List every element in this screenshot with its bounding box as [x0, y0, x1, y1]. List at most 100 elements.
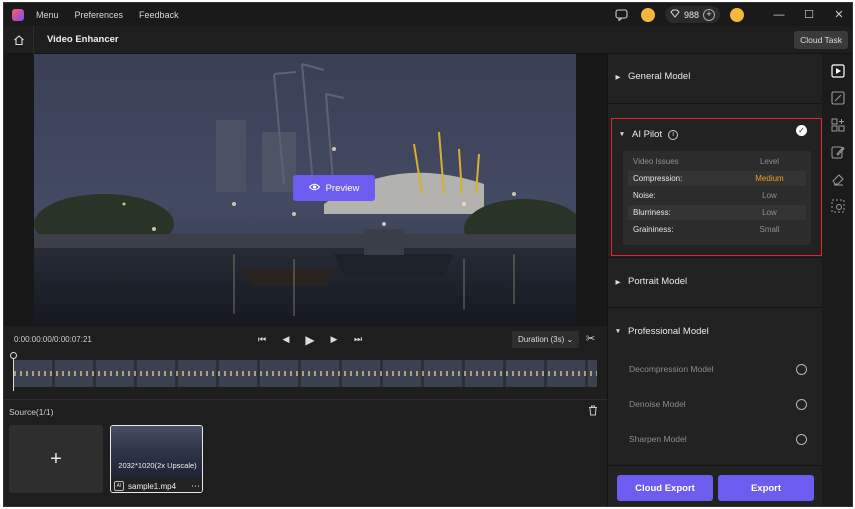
menu-item-preferences[interactable]: Preferences	[75, 10, 124, 20]
clip-resolution: 2032*1020(2x Upscale)	[118, 461, 197, 470]
scissors-icon[interactable]: ✂	[586, 332, 595, 345]
clip-name: sample1.mp4	[128, 481, 177, 491]
title-bar: Menu Preferences Feedback 988 + — ☐ ✕	[4, 3, 852, 26]
add-source-button[interactable]: +	[9, 425, 103, 493]
issue-name: Compression:	[633, 174, 683, 183]
ai-pilot-box[interactable]: ▼ AI Pilot i ✓ Video Issues Level Compre…	[611, 118, 822, 256]
eye-icon	[308, 183, 320, 194]
issue-row: Compression: Medium	[628, 171, 806, 186]
select-area-tool-icon[interactable]	[831, 199, 845, 213]
home-icon[interactable]	[4, 25, 34, 54]
eraser-tool-icon[interactable]	[831, 172, 845, 186]
issue-name: Graininess:	[633, 225, 674, 234]
edit-frame-tool-icon[interactable]	[831, 91, 845, 105]
timeline[interactable]	[4, 352, 607, 398]
titlebar-right: 988 + — ☐ ✕	[615, 3, 852, 26]
user-avatar-icon[interactable]	[730, 7, 744, 22]
info-icon[interactable]: i	[668, 129, 679, 140]
close-icon[interactable]: ✕	[824, 8, 852, 21]
issue-level: Medium	[755, 174, 784, 183]
step-forward-icon[interactable]: ▶	[322, 334, 346, 345]
play-icon[interactable]: ▶	[298, 333, 322, 347]
issue-row: Blurriness: Low	[628, 205, 806, 220]
issue-level: Small	[759, 225, 780, 234]
separator	[608, 257, 822, 258]
denoise-model-label: Denoise Model	[629, 399, 686, 409]
cloud-export-button[interactable]: Cloud Export	[617, 475, 713, 501]
more-options-icon[interactable]: ⋯	[191, 481, 200, 492]
timecode: 0:00:00:00/0:00:07:21	[14, 335, 92, 344]
filmstrip[interactable]	[14, 360, 597, 387]
source-label: Source(1/1)	[9, 407, 54, 417]
step-back-icon[interactable]: ◀	[274, 334, 298, 345]
page-header: Video Enhancer Cloud Task	[4, 25, 852, 54]
check-icon[interactable]: ✓	[796, 125, 807, 136]
clip-footer: AI sample1.mp4 ⋯	[111, 478, 202, 492]
issue-row: Graininess: Small	[628, 222, 806, 237]
playback-buttons: ⏮ ◀ ▶ ▶ ⏭	[250, 333, 370, 347]
sharpen-model-label: Sharpen Model	[629, 434, 687, 444]
crown-icon[interactable]	[640, 7, 655, 22]
caret-down-icon: ▼	[618, 131, 626, 138]
section-portrait-model[interactable]: ▶ Portrait Model	[608, 276, 822, 287]
separator	[608, 307, 822, 308]
grid-tool-icon[interactable]	[831, 118, 845, 132]
menu-item-menu[interactable]: Menu	[36, 10, 59, 20]
portrait-model-label: Portrait Model	[628, 276, 688, 287]
menu-item-feedback[interactable]: Feedback	[139, 10, 179, 20]
minimize-icon[interactable]: —	[764, 9, 794, 21]
section-professional-model[interactable]: ▼ Professional Model	[608, 326, 822, 337]
app-logo-icon	[12, 8, 24, 21]
denoise-model-radio[interactable]	[796, 399, 807, 410]
decompression-model-label: Decompression Model	[629, 364, 714, 374]
ai-badge-icon: AI	[114, 481, 124, 491]
credits-badge[interactable]: 988 +	[664, 6, 720, 23]
model-panel: ▶ General Model ▼ AI Pilot i ✓ Video Iss…	[608, 54, 822, 506]
credits-value: 988	[683, 9, 699, 20]
video-issues-table: Video Issues Level Compression: Medium N…	[623, 151, 811, 245]
issue-level: Low	[762, 208, 777, 217]
denoise-model-option[interactable]: Denoise Model	[629, 399, 809, 409]
preview-area: Preview	[4, 54, 607, 326]
trash-icon[interactable]	[588, 405, 598, 419]
source-clip[interactable]: 2032*1020(2x Upscale) AI sample1.mp4 ⋯	[110, 425, 203, 493]
caret-down-icon: ▼	[614, 328, 622, 335]
app-window: Menu Preferences Feedback 988 + — ☐ ✕ Vi…	[3, 2, 853, 507]
skip-end-icon[interactable]: ⏭	[346, 334, 370, 345]
issue-name: Blurriness:	[633, 208, 671, 217]
export-button[interactable]: Export	[718, 475, 814, 501]
preview-button[interactable]: Preview	[293, 175, 375, 201]
page-title: Video Enhancer	[47, 34, 119, 45]
professional-model-label: Professional Model	[628, 326, 709, 337]
sharpen-model-radio[interactable]	[796, 434, 807, 445]
section-general-model[interactable]: ▶ General Model	[608, 71, 822, 82]
ai-pilot-header[interactable]: ▼ AI Pilot i	[612, 129, 679, 140]
message-icon[interactable]	[615, 8, 629, 22]
general-model-label: General Model	[628, 71, 691, 82]
duration-label: Duration (3s)	[518, 335, 565, 344]
chevron-down-icon: ⌄	[566, 335, 574, 344]
preview-button-label: Preview	[325, 182, 360, 194]
side-toolbar	[822, 54, 852, 506]
issues-header: Video Issues Level	[628, 154, 806, 169]
decompression-model-radio[interactable]	[796, 364, 807, 375]
caret-right-icon: ▶	[615, 73, 621, 81]
pencil-tool-icon[interactable]	[831, 145, 845, 159]
issue-row: Noise: Low	[628, 188, 806, 203]
ai-pilot-title: AI Pilot	[632, 129, 663, 140]
decompression-model-option[interactable]: Decompression Model	[629, 364, 809, 374]
add-credits-icon[interactable]: +	[703, 8, 715, 21]
issue-level: Low	[762, 191, 777, 200]
video-frame: Preview	[34, 54, 576, 325]
maximize-icon[interactable]: ☐	[794, 8, 824, 21]
sharpen-model-option[interactable]: Sharpen Model	[629, 434, 809, 444]
duration-dropdown[interactable]: Duration (3s) ⌄	[512, 331, 580, 348]
skip-start-icon[interactable]: ⏮	[250, 334, 274, 345]
cloud-task-button[interactable]: Cloud Task	[794, 31, 848, 49]
diamond-icon	[670, 9, 680, 20]
video-enhance-tool-icon[interactable]	[831, 64, 845, 78]
playhead[interactable]	[10, 352, 17, 391]
caret-right-icon: ▶	[615, 278, 621, 286]
clip-thumbnail	[111, 426, 202, 478]
separator	[608, 103, 822, 104]
